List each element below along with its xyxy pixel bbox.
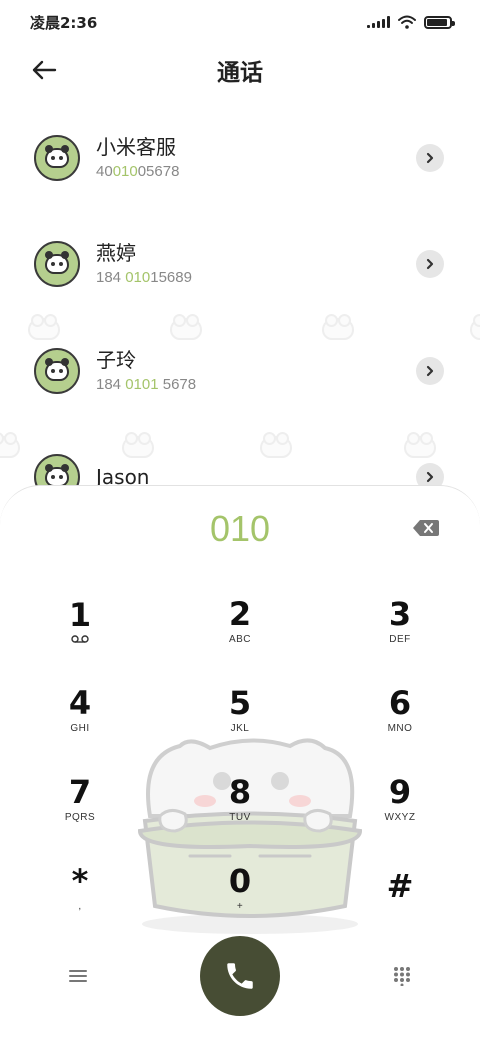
contact-info: 子玲 184 0101 5678	[96, 346, 416, 396]
panda-icon	[45, 145, 69, 168]
wifi-icon	[398, 15, 416, 29]
backspace-icon	[413, 520, 439, 536]
phone-icon	[227, 963, 253, 989]
key-5[interactable]: 5 JKL	[180, 669, 300, 749]
key-6[interactable]: 6 MNO	[340, 669, 460, 749]
contact-number: 4001005678	[96, 163, 180, 180]
key-7[interactable]: 7 PQRS	[20, 758, 140, 838]
key-9[interactable]: 9 WXYZ	[340, 758, 460, 838]
contact-item[interactable]: 燕婷 184 01015689	[0, 219, 480, 309]
avatar	[34, 348, 80, 394]
contact-info: 小米客服 4001005678	[96, 133, 416, 183]
page-title: 通话	[217, 60, 263, 86]
key-hash[interactable]: #	[340, 847, 460, 927]
contact-detail-button[interactable]	[416, 250, 444, 278]
menu-button[interactable]	[58, 956, 98, 996]
key-2[interactable]: 2 ABC	[180, 580, 300, 660]
contact-number: 184 0101 5678	[96, 376, 197, 393]
key-3[interactable]: 3 DEF	[340, 580, 460, 660]
contact-name: 燕婷	[96, 241, 136, 265]
contact-info: 燕婷 184 01015689	[96, 239, 416, 289]
contact-detail-button[interactable]	[416, 144, 444, 172]
status-time: 凌晨2:36	[30, 13, 98, 32]
status-bar: 凌晨2:36	[0, 0, 480, 44]
avatar	[34, 135, 80, 181]
contact-name: 子玲	[96, 348, 136, 372]
key-4[interactable]: 4 GHI	[20, 669, 140, 749]
keypad-icon	[394, 967, 410, 986]
contact-name: 小米客服	[96, 135, 176, 159]
header: 通话	[0, 44, 480, 96]
status-icons	[367, 15, 455, 29]
contact-number: 184 01015689	[96, 269, 192, 286]
panda-icon	[45, 251, 69, 274]
contact-item[interactable]: 小米客服 4001005678	[0, 113, 480, 203]
chevron-right-icon	[426, 152, 434, 164]
dialer-panel: 010 1 2 ABC 3 DEF 4 GHI 5 JKL 6 MNO 7 PQ…	[0, 485, 480, 1040]
menu-icon	[69, 970, 87, 982]
contact-item[interactable]: 子玲 184 0101 5678	[0, 326, 480, 416]
signal-icon	[367, 16, 390, 28]
key-star[interactable]: * ,	[20, 847, 140, 927]
chevron-right-icon	[426, 258, 434, 270]
backspace-button[interactable]	[412, 518, 440, 538]
keypad-toggle-button[interactable]	[382, 956, 422, 996]
call-button[interactable]	[200, 936, 280, 1016]
battery-icon	[424, 15, 455, 29]
contact-detail-button[interactable]	[416, 357, 444, 385]
key-8[interactable]: 8 TUV	[180, 758, 300, 838]
avatar	[34, 241, 80, 287]
back-button[interactable]	[28, 54, 60, 86]
panda-icon	[45, 358, 69, 381]
dial-input[interactable]: 010	[0, 508, 480, 550]
key-1[interactable]: 1	[20, 580, 140, 660]
voicemail-icon	[71, 635, 89, 643]
key-0[interactable]: 0 +	[180, 847, 300, 927]
chevron-right-icon	[426, 471, 434, 483]
arrow-left-icon	[32, 60, 57, 80]
battery-level	[427, 18, 447, 26]
chevron-right-icon	[426, 365, 434, 377]
panda-icon	[45, 464, 69, 487]
